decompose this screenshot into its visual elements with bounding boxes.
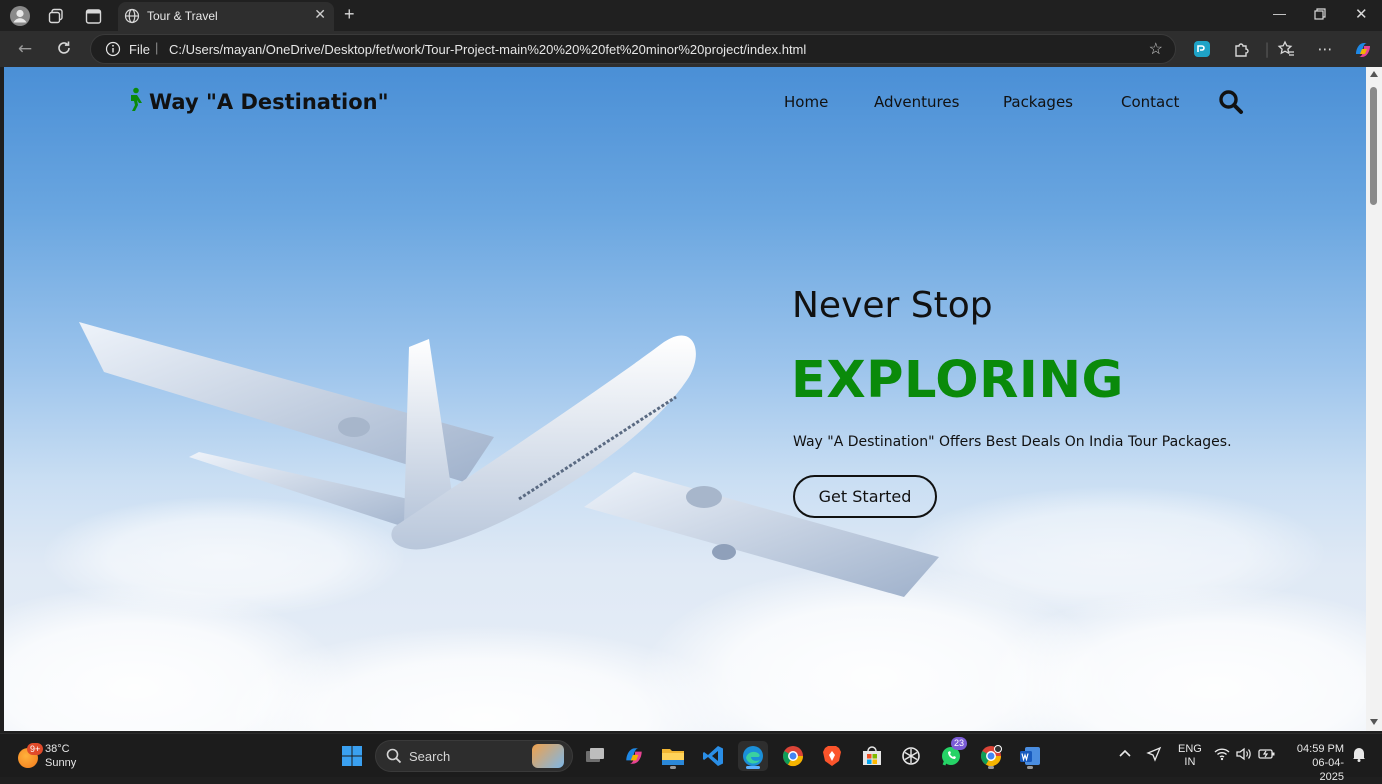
edge-browser-icon[interactable]	[738, 741, 768, 771]
hiker-icon	[125, 87, 145, 116]
extension-app-icon[interactable]	[1192, 40, 1212, 60]
new-tab-icon[interactable]: +	[344, 4, 355, 25]
minimize-icon[interactable]: —	[1273, 6, 1286, 21]
brand-name: Way "A Destination"	[149, 89, 389, 114]
address-separator: |	[155, 40, 159, 55]
favorites-icon[interactable]	[1276, 40, 1296, 60]
volume-icon[interactable]	[1236, 747, 1252, 764]
word-icon[interactable]	[1015, 741, 1045, 771]
file-explorer-icon[interactable]	[658, 741, 688, 771]
vscode-icon[interactable]	[698, 741, 728, 771]
clock[interactable]: 04:59 PM 06-04-2025	[1288, 742, 1344, 784]
tab-title: Tour & Travel	[147, 9, 218, 23]
microsoft-store-icon[interactable]	[857, 741, 887, 771]
hero-title: EXPLORING	[791, 351, 1124, 410]
wifi-icon[interactable]	[1214, 747, 1230, 764]
copilot-icon[interactable]	[1353, 40, 1373, 60]
running-indicator-active	[746, 766, 760, 769]
nav-contact[interactable]: Contact	[1121, 93, 1179, 111]
back-icon[interactable]: ←	[15, 39, 35, 59]
whatsapp-icon[interactable]: 23	[936, 737, 968, 771]
address-url[interactable]: C:/Users/mayan/OneDrive/Desktop/fet/work…	[169, 42, 806, 57]
nav-adventures[interactable]: Adventures	[874, 93, 959, 111]
scroll-down-icon[interactable]	[1370, 719, 1378, 725]
page-scrollbar[interactable]	[1366, 67, 1382, 731]
refresh-icon[interactable]	[54, 39, 74, 59]
location-arrow-icon[interactable]	[1146, 746, 1162, 765]
extensions-puzzle-icon[interactable]	[1232, 40, 1252, 60]
brave-browser-icon[interactable]	[817, 741, 847, 771]
hero-subtitle: Never Stop	[792, 285, 993, 326]
chrome-profile-icon[interactable]	[976, 741, 1006, 771]
copilot-taskbar-icon[interactable]	[619, 741, 649, 771]
weather-temperature: 38°C	[45, 743, 70, 755]
scroll-up-icon[interactable]	[1370, 71, 1378, 77]
profile-avatar-icon[interactable]	[9, 5, 31, 27]
tab-tour-travel[interactable]: Tour & Travel ✕	[118, 2, 334, 31]
weather-widget[interactable]: 9+ 38°C Sunny	[18, 741, 88, 771]
globe-icon	[124, 8, 140, 27]
search-highlight-image	[532, 744, 564, 768]
workspaces-icon[interactable]	[45, 5, 67, 27]
close-window-icon[interactable]: ✕	[1355, 5, 1368, 23]
site-logo[interactable]: Way "A Destination"	[125, 87, 389, 116]
task-view-icon[interactable]	[580, 741, 610, 771]
running-indicator	[988, 766, 994, 769]
more-menu-icon[interactable]: ⋯	[1315, 40, 1335, 60]
notification-bell-icon[interactable]	[1352, 746, 1366, 765]
scrollbar-thumb[interactable]	[1370, 87, 1377, 205]
search-label: Search	[409, 749, 451, 764]
language-code: ENG	[1178, 743, 1202, 755]
browser-title-bar: Tour & Travel ✕ + — ✕	[0, 0, 1382, 31]
start-windows-icon[interactable]	[337, 741, 367, 771]
battery-icon[interactable]	[1258, 747, 1276, 764]
address-scheme: File	[129, 42, 150, 57]
whatsapp-badge: 23	[951, 737, 968, 750]
running-indicator	[670, 766, 676, 769]
taskbar-search-box[interactable]: Search	[375, 740, 573, 772]
running-indicator	[1027, 766, 1033, 769]
language-indicator[interactable]: ENG IN	[1178, 743, 1202, 769]
restore-icon[interactable]	[1314, 8, 1326, 23]
notification-badge: 9+	[27, 743, 44, 755]
site-info-icon[interactable]	[105, 41, 121, 60]
chrome-icon[interactable]	[778, 741, 808, 771]
web-page-viewport: Way "A Destination" Home Adventures Pack…	[4, 67, 1366, 731]
toolbar-divider: |	[1264, 40, 1270, 58]
vertical-tabs-icon[interactable]	[82, 5, 104, 27]
magnifier-icon	[386, 748, 402, 767]
address-bar[interactable]: File | C:/Users/mayan/OneDrive/Desktop/f…	[90, 34, 1176, 64]
browser-toolbar: ← File | C:/Users/mayan/OneDrive/Desktop…	[0, 31, 1382, 67]
weather-condition: Sunny	[45, 757, 77, 769]
region-code: IN	[1184, 756, 1196, 768]
favorite-star-icon[interactable]: ☆	[1149, 39, 1163, 59]
get-started-button[interactable]: Get Started	[793, 475, 937, 518]
clock-time: 04:59 PM	[1296, 743, 1344, 755]
nav-home[interactable]: Home	[784, 93, 828, 111]
chatgpt-icon[interactable]	[896, 741, 926, 771]
close-tab-icon[interactable]: ✕	[314, 7, 326, 23]
clock-date: 06-04-2025	[1312, 757, 1344, 783]
windows-taskbar: 9+ 38°C Sunny Search 23 ENG IN 04:59 PM …	[0, 733, 1382, 783]
hero-description: Way "A Destination" Offers Best Deals On…	[793, 434, 1232, 450]
cloud-shape	[904, 487, 1324, 617]
search-icon[interactable]	[1218, 89, 1244, 119]
nav-packages[interactable]: Packages	[1003, 93, 1073, 111]
show-hidden-icons-chevron-icon[interactable]	[1118, 747, 1132, 761]
